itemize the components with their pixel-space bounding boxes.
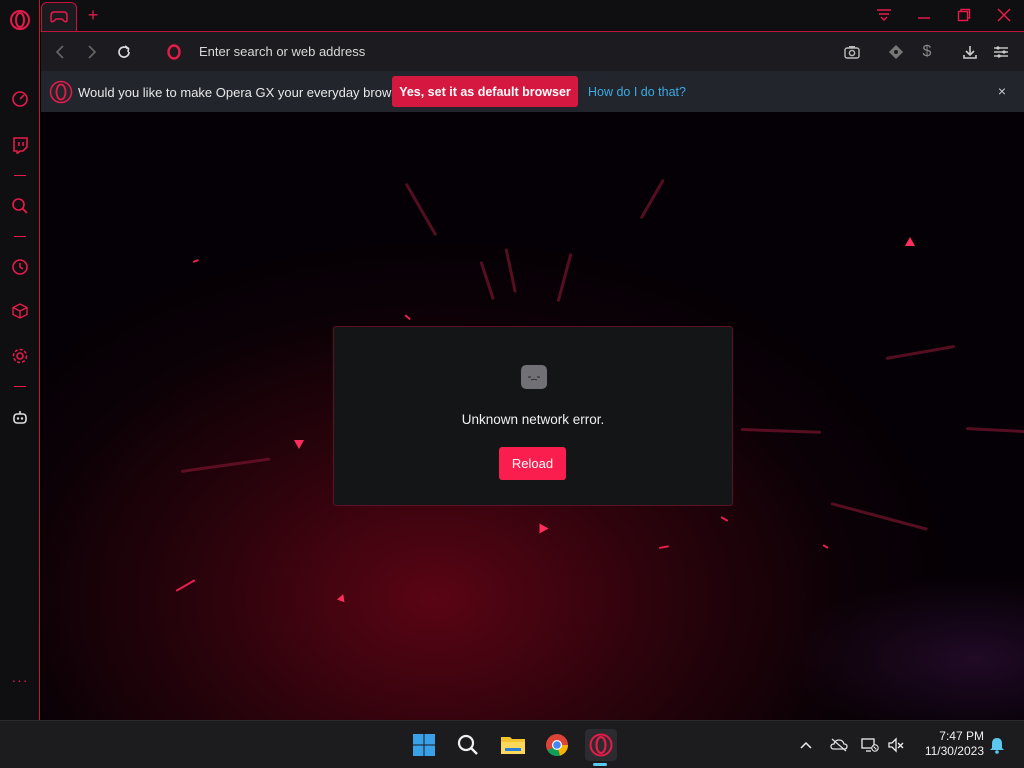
windows-start-icon[interactable]	[408, 729, 440, 761]
background-streak	[180, 457, 271, 473]
chevron-up-icon[interactable]	[795, 735, 817, 755]
background-streak	[404, 314, 412, 321]
chrome-icon[interactable]	[541, 729, 573, 761]
background-streak	[192, 259, 199, 263]
background-streak	[639, 178, 665, 220]
page-content: Unknown network error. Reload	[41, 112, 1024, 720]
clock-date: 11/30/2023	[924, 744, 984, 758]
background-streak	[720, 516, 729, 522]
new-tab-button[interactable]: +	[83, 4, 103, 26]
windows-taskbar: 7:47 PM 11/30/2023	[0, 720, 1024, 768]
background-streak	[175, 579, 196, 592]
speedometer-icon[interactable]	[8, 87, 32, 111]
close-window-icon[interactable]	[989, 3, 1019, 27]
background-particle	[905, 237, 915, 246]
download-icon[interactable]	[958, 40, 982, 64]
address-input[interactable]: Enter search or web address	[199, 44, 365, 59]
sidebar-separator	[14, 386, 26, 387]
file-explorer-icon[interactable]	[497, 729, 529, 761]
background-particle	[294, 440, 304, 449]
opera-site-icon	[162, 40, 186, 64]
more-icon[interactable]: ···	[8, 668, 32, 692]
background-streak	[830, 502, 928, 531]
reload-icon[interactable]	[112, 40, 136, 64]
tab-menu-icon[interactable]	[869, 3, 899, 27]
wallet-icon[interactable]: $	[915, 40, 939, 64]
address-bar: Enter search or web address $	[41, 31, 1024, 71]
opera-gx-logo-icon	[49, 80, 73, 104]
screen: ··· + Enter search or web address $ Woul…	[0, 0, 1024, 768]
gamepad-icon	[50, 11, 68, 23]
infobar-message: Would you like to make Opera GX your eve…	[78, 85, 417, 100]
camera-snapshot-icon[interactable]	[840, 40, 864, 64]
search-icon[interactable]	[452, 729, 484, 761]
network-disconnected-icon[interactable]	[859, 735, 881, 755]
minimize-icon[interactable]	[909, 3, 939, 27]
cube-icon[interactable]	[8, 299, 32, 323]
robot-icon[interactable]	[8, 406, 32, 430]
set-default-browser-button[interactable]: Yes, set it as default browser	[392, 76, 578, 107]
background-streak	[504, 248, 517, 293]
system-clock[interactable]: 7:47 PM 11/30/2023	[918, 729, 984, 759]
background-streak	[822, 544, 829, 549]
default-browser-infobar: Would you like to make Opera GX your eve…	[41, 71, 1024, 112]
background-streak	[556, 253, 573, 303]
error-message: Unknown network error.	[461, 412, 605, 427]
opera-gx-icon[interactable]	[585, 729, 617, 761]
active-app-indicator	[593, 763, 607, 766]
background-streak	[885, 344, 956, 360]
background-streak	[740, 428, 822, 434]
back-icon[interactable]	[48, 40, 72, 64]
sidebar-separator	[14, 236, 26, 237]
volume-muted-icon[interactable]	[885, 735, 907, 755]
clock-time: 7:47 PM	[939, 729, 984, 743]
forward-icon[interactable]	[80, 40, 104, 64]
tab-active[interactable]	[41, 2, 77, 31]
background-streak	[479, 261, 495, 301]
background-particle	[539, 523, 549, 534]
network-error-dialog: Unknown network error. Reload	[333, 326, 733, 506]
sidebar-separator	[14, 175, 26, 176]
twitch-icon[interactable]	[8, 133, 32, 157]
sad-face-icon	[521, 365, 547, 389]
vpn-icon[interactable]	[884, 40, 908, 64]
background-streak	[404, 182, 438, 237]
easy-setup-icon[interactable]	[989, 40, 1013, 64]
background-streak	[965, 427, 1024, 434]
restore-icon[interactable]	[949, 3, 979, 27]
background-streak	[658, 545, 670, 549]
tab-bar: +	[41, 0, 1024, 31]
how-do-i-link[interactable]: How do I do that?	[588, 85, 686, 99]
reload-button[interactable]: Reload	[499, 447, 566, 480]
settings-gear-icon[interactable]	[8, 344, 32, 368]
notification-bell-icon[interactable]	[986, 735, 1008, 755]
sidebar: ···	[0, 0, 40, 720]
history-clock-icon[interactable]	[8, 255, 32, 279]
background-particle	[337, 592, 347, 603]
infobar-close-icon[interactable]: ×	[994, 83, 1010, 99]
onedrive-offline-icon[interactable]	[828, 735, 850, 755]
opera-logo-icon[interactable]	[8, 8, 32, 32]
search-icon[interactable]	[8, 194, 32, 218]
